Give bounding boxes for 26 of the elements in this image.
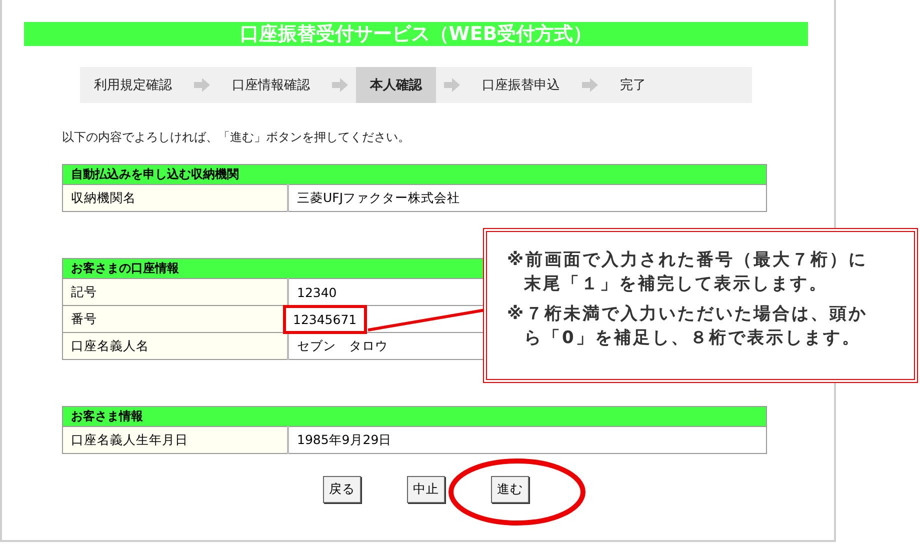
field-value: セブン タロウ bbox=[297, 338, 388, 352]
field-label: 収納機関名 bbox=[62, 184, 288, 212]
callout-note: ※７桁未満で入力いただいた場合は、頭から「0」を補足し、８桁で表示します。 bbox=[507, 303, 869, 350]
instruction-text: 以下の内容でよろしければ、「進む」ボタンを押してください。 bbox=[62, 129, 411, 146]
field-label: 口座名義人生年月日 bbox=[62, 426, 288, 454]
field-value: 12340 bbox=[297, 284, 337, 300]
title-banner: 口座振替受付サービス（WEB受付方式） bbox=[24, 22, 808, 46]
form-button[interactable]: 戻る bbox=[323, 476, 361, 503]
section-heading: 自動払込みを申し込む収納機関 bbox=[62, 164, 766, 184]
section-heading: お客さま情報 bbox=[62, 406, 766, 426]
arrow-icon bbox=[582, 78, 598, 92]
arrow-icon bbox=[444, 78, 460, 92]
step-label: 口座情報確認 bbox=[231, 77, 311, 95]
step-label: 本人確認 bbox=[356, 67, 436, 103]
field-label: 記号 bbox=[62, 278, 288, 306]
step-label: 利用規定確認 bbox=[93, 77, 173, 95]
form-button[interactable]: 中止 bbox=[407, 476, 445, 503]
highlighted-value: 12345671 bbox=[283, 304, 367, 334]
step-label: 口座振替申込 bbox=[481, 77, 561, 95]
form-button[interactable]: 進む bbox=[491, 476, 529, 503]
arrow-icon bbox=[332, 78, 348, 92]
field-label: 口座名義人名 bbox=[62, 332, 288, 360]
arrow-icon bbox=[194, 78, 210, 92]
field-value: 1985年9月29日 bbox=[297, 432, 392, 446]
field-value: 三菱UFJファクター株式会社 bbox=[297, 190, 460, 204]
step-label: 完了 bbox=[619, 77, 647, 95]
